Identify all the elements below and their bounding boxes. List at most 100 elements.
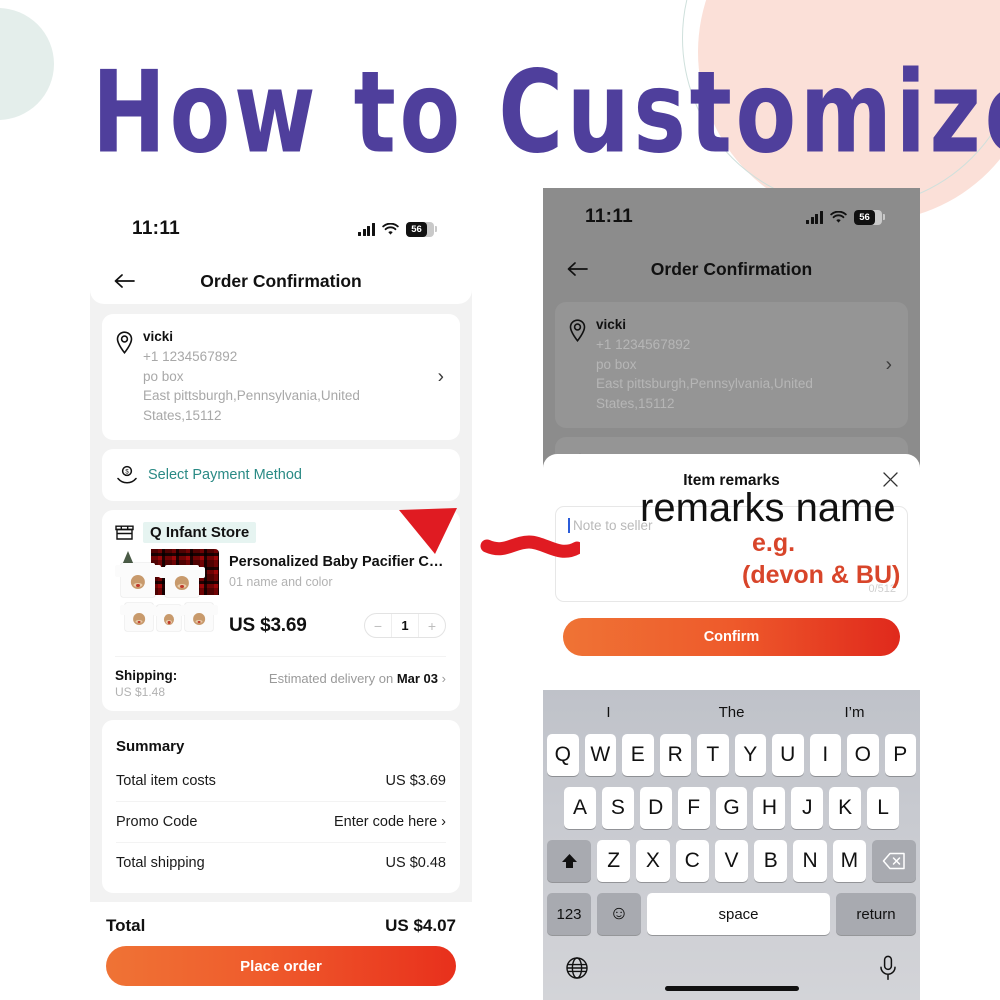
summary-row-label: Promo Code: [116, 814, 198, 831]
microphone-icon[interactable]: [878, 955, 898, 986]
summary-row-promo-code[interactable]: Promo Code Enter code here ›: [116, 801, 446, 842]
suggestion-0[interactable]: I: [547, 704, 670, 721]
key-x[interactable]: X: [636, 840, 670, 882]
key-a[interactable]: A: [564, 787, 596, 829]
place-order-button[interactable]: Place order: [106, 946, 456, 986]
summary-row-value: US $3.69: [385, 773, 446, 790]
home-indicator: [664, 986, 799, 991]
order-footer: Total US $4.07 Place order: [90, 902, 472, 1000]
status-bar: 11:11 56: [543, 188, 920, 246]
status-bar-icons: 56: [806, 209, 885, 225]
address-phone: +1 1234567892: [596, 337, 691, 352]
quantity-decrease-button[interactable]: −: [365, 614, 391, 637]
summary-title: Summary: [116, 738, 185, 756]
promo-code-value[interactable]: Enter code here ›: [334, 814, 446, 830]
total-row: Total US $4.07: [106, 912, 456, 946]
item-remarks-modal: Item remarks Note to seller 0/512 Confir…: [543, 454, 920, 1000]
address-card[interactable]: vicki +1 1234567892 po box East pittsbur…: [102, 314, 460, 441]
shipping-row[interactable]: Shipping: US $1.48 Estimated delivery on…: [115, 656, 446, 699]
key-w[interactable]: W: [584, 734, 616, 776]
summary-card: Summary Total item costs US $3.69 Promo …: [102, 720, 460, 894]
payment-method-label: Select Payment Method: [148, 467, 302, 484]
summary-row-total-item-costs: Total item costs US $3.69: [116, 761, 446, 801]
nav-title: Order Confirmation: [650, 258, 813, 279]
key-b[interactable]: B: [754, 840, 788, 882]
keyboard-row-3: Z X C V B N M: [547, 840, 916, 882]
key-space[interactable]: space: [647, 893, 830, 935]
address-line3: States,15112: [596, 395, 675, 411]
keyboard-row-4: 123 ☺ space return: [547, 893, 916, 935]
key-u[interactable]: U: [772, 734, 804, 776]
key-s[interactable]: S: [601, 787, 634, 829]
address-line1: po box: [596, 356, 637, 372]
quantity-increase-button[interactable]: +: [419, 614, 445, 637]
keyboard-bottom-bar: [547, 946, 916, 990]
status-bar-time: 11:11: [132, 218, 180, 239]
suggestion-1[interactable]: The: [670, 704, 793, 721]
key-e[interactable]: E: [622, 734, 654, 776]
status-bar-time: 11:11: [585, 206, 633, 227]
summary-row-total-shipping: Total shipping US $0.48: [116, 842, 446, 883]
key-numbers[interactable]: 123: [547, 893, 591, 935]
battery-icon: 56: [406, 221, 437, 237]
key-g[interactable]: G: [715, 787, 748, 829]
key-y[interactable]: Y: [734, 734, 766, 776]
key-f[interactable]: F: [677, 787, 710, 829]
quantity-stepper[interactable]: − 1 +: [364, 613, 446, 639]
confirm-button[interactable]: Confirm: [563, 618, 900, 656]
red-curved-arrow-icon: [395, 492, 584, 567]
shipping-estimate-label: Estimated delivery on: [268, 671, 394, 687]
payment-hand-coin-icon: $: [117, 466, 137, 484]
battery-level: 56: [406, 221, 427, 237]
wifi-icon: [830, 210, 847, 223]
navigation-bar: Order Confirmation: [90, 258, 472, 304]
key-r[interactable]: R: [659, 734, 691, 776]
chevron-right-icon: ›: [441, 671, 446, 687]
key-t[interactable]: T: [697, 734, 729, 776]
annotation-eg: e.g.: [752, 529, 796, 557]
globe-icon[interactable]: [565, 956, 589, 985]
nav-title: Order Confirmation: [200, 270, 362, 291]
product-thumbnail: [115, 549, 219, 646]
signal-bars-icon: [358, 222, 375, 236]
key-o[interactable]: O: [847, 734, 879, 776]
keyboard-row-2: A S D F G H J K L: [547, 787, 916, 829]
key-q[interactable]: Q: [547, 734, 579, 776]
summary-row-value: US $0.48: [385, 855, 446, 872]
key-d[interactable]: D: [639, 787, 672, 829]
status-bar: 11:11 56: [90, 200, 472, 258]
key-k[interactable]: K: [829, 787, 862, 829]
key-n[interactable]: N: [793, 840, 827, 882]
phone-header-left: 11:11 56 Order Confirmation: [90, 200, 472, 304]
address-line3: States,15112: [143, 407, 222, 423]
key-v[interactable]: V: [714, 840, 749, 882]
storefront-icon: [115, 525, 134, 540]
key-z[interactable]: Z: [597, 840, 631, 882]
location-pin-icon: [568, 319, 587, 413]
wifi-icon: [382, 222, 399, 235]
shift-up-arrow-icon[interactable]: [547, 840, 592, 882]
key-h[interactable]: H: [753, 787, 786, 829]
battery-level: 56: [854, 209, 875, 225]
suggestion-2[interactable]: I’m: [793, 704, 916, 721]
key-l[interactable]: L: [867, 787, 900, 829]
address-line1: po box: [143, 368, 184, 384]
total-value: US $4.07: [385, 916, 456, 935]
back-arrow-icon[interactable]: [565, 259, 589, 279]
emoji-smiley-icon[interactable]: ☺: [597, 893, 641, 935]
battery-icon: 56: [854, 209, 885, 225]
key-m[interactable]: M: [832, 840, 866, 882]
key-return[interactable]: return: [836, 893, 916, 935]
location-pin-icon: [115, 331, 134, 425]
signal-bars-icon: [806, 210, 823, 224]
shipping-estimate-date: Mar 03: [396, 671, 439, 687]
key-j[interactable]: J: [791, 787, 824, 829]
annotation-example: (devon & BU): [742, 561, 901, 589]
back-arrow-icon[interactable]: [112, 271, 136, 291]
page-title: How to Customize: [92, 46, 1000, 179]
address-line2: East pittsburgh,Pennsylvania,United: [596, 376, 813, 392]
key-i[interactable]: I: [809, 734, 841, 776]
key-c[interactable]: C: [675, 840, 709, 882]
backspace-icon[interactable]: [871, 840, 916, 882]
key-p[interactable]: P: [884, 734, 916, 776]
